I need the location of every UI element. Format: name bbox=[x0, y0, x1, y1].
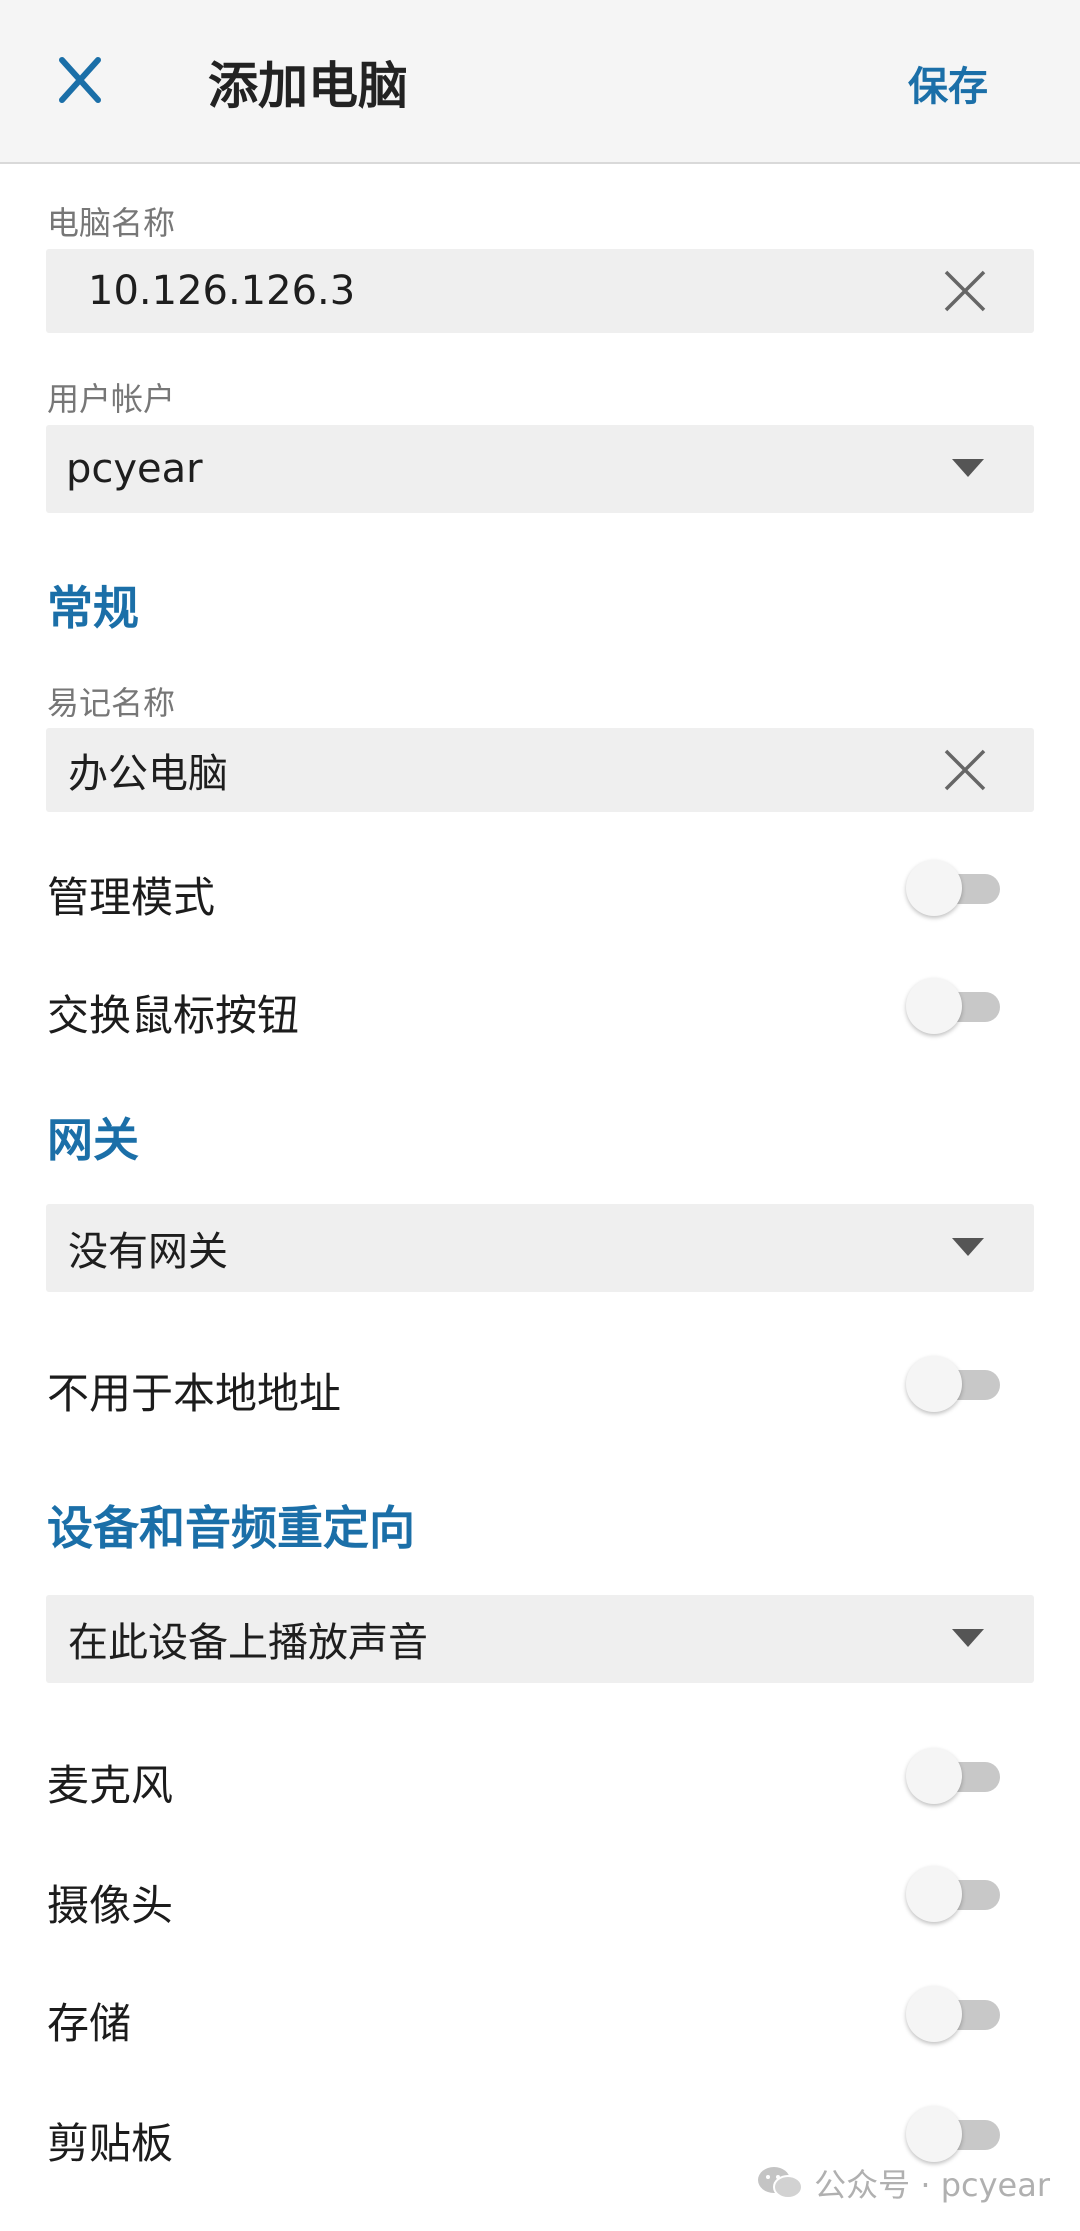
toggle-knob bbox=[906, 2106, 962, 2162]
swap-mouse-toggle[interactable] bbox=[906, 978, 1004, 1034]
wechat-icon bbox=[758, 2167, 804, 2199]
section-gateway-title: 网关 bbox=[47, 1113, 139, 1167]
pc-name-field[interactable]: 10.126.126.3 bbox=[46, 249, 1034, 333]
swap-mouse-label: 交换鼠标按钮 bbox=[47, 991, 300, 1040]
toggle-knob bbox=[906, 1866, 962, 1922]
camera-label: 摄像头 bbox=[47, 1881, 174, 1930]
user-account-dropdown[interactable]: pcyear bbox=[46, 425, 1034, 513]
gateway-dropdown[interactable]: 没有网关 bbox=[46, 1204, 1034, 1292]
toggle-knob bbox=[906, 1356, 962, 1412]
bypass-local-toggle[interactable] bbox=[906, 1356, 1004, 1412]
close-button[interactable] bbox=[50, 56, 110, 106]
toggle-knob bbox=[906, 860, 962, 916]
user-account-value: pcyear bbox=[66, 446, 203, 492]
microphone-label: 麦克风 bbox=[47, 1761, 174, 1810]
save-button[interactable]: 保存 bbox=[908, 54, 988, 112]
watermark: 公众号 · pcyear bbox=[756, 2160, 1050, 2206]
clear-icon[interactable] bbox=[942, 268, 988, 314]
camera-toggle[interactable] bbox=[906, 1866, 1004, 1922]
user-account-label: 用户帐户 bbox=[47, 380, 176, 418]
sound-dropdown[interactable]: 在此设备上播放声音 bbox=[46, 1595, 1034, 1683]
section-general-title: 常规 bbox=[47, 581, 139, 635]
friendly-name-value[interactable]: 办公电脑 bbox=[68, 728, 228, 812]
toggle-knob bbox=[906, 1986, 962, 2042]
watermark-text: 公众号 · pcyear bbox=[814, 2166, 1050, 2204]
dropdown-arrow-icon bbox=[952, 459, 984, 477]
toggle-knob bbox=[906, 1748, 962, 1804]
admin-mode-label: 管理模式 bbox=[47, 873, 216, 922]
gateway-value: 没有网关 bbox=[68, 1229, 228, 1275]
toggle-knob bbox=[906, 978, 962, 1034]
friendly-name-label: 易记名称 bbox=[47, 684, 176, 722]
sound-value: 在此设备上播放声音 bbox=[68, 1620, 428, 1666]
page-title: 添加电脑 bbox=[208, 57, 408, 115]
storage-toggle[interactable] bbox=[906, 1986, 1004, 2042]
pc-name-label: 电脑名称 bbox=[47, 204, 176, 242]
clipboard-toggle[interactable] bbox=[906, 2106, 1004, 2162]
storage-label: 存储 bbox=[47, 1999, 132, 2048]
dropdown-arrow-icon bbox=[952, 1238, 984, 1256]
app-bar: 添加电脑 保存 bbox=[0, 0, 1080, 164]
friendly-name-field[interactable]: 办公电脑 bbox=[46, 728, 1034, 812]
bypass-local-label: 不用于本地地址 bbox=[47, 1369, 342, 1418]
section-redirection-title: 设备和音频重定向 bbox=[47, 1501, 415, 1555]
clear-icon[interactable] bbox=[942, 747, 988, 793]
pc-name-value[interactable]: 10.126.126.3 bbox=[88, 249, 355, 333]
clipboard-label: 剪贴板 bbox=[47, 2119, 174, 2168]
close-icon bbox=[59, 57, 101, 103]
microphone-toggle[interactable] bbox=[906, 1748, 1004, 1804]
admin-mode-toggle[interactable] bbox=[906, 860, 1004, 916]
dropdown-arrow-icon bbox=[952, 1629, 984, 1647]
